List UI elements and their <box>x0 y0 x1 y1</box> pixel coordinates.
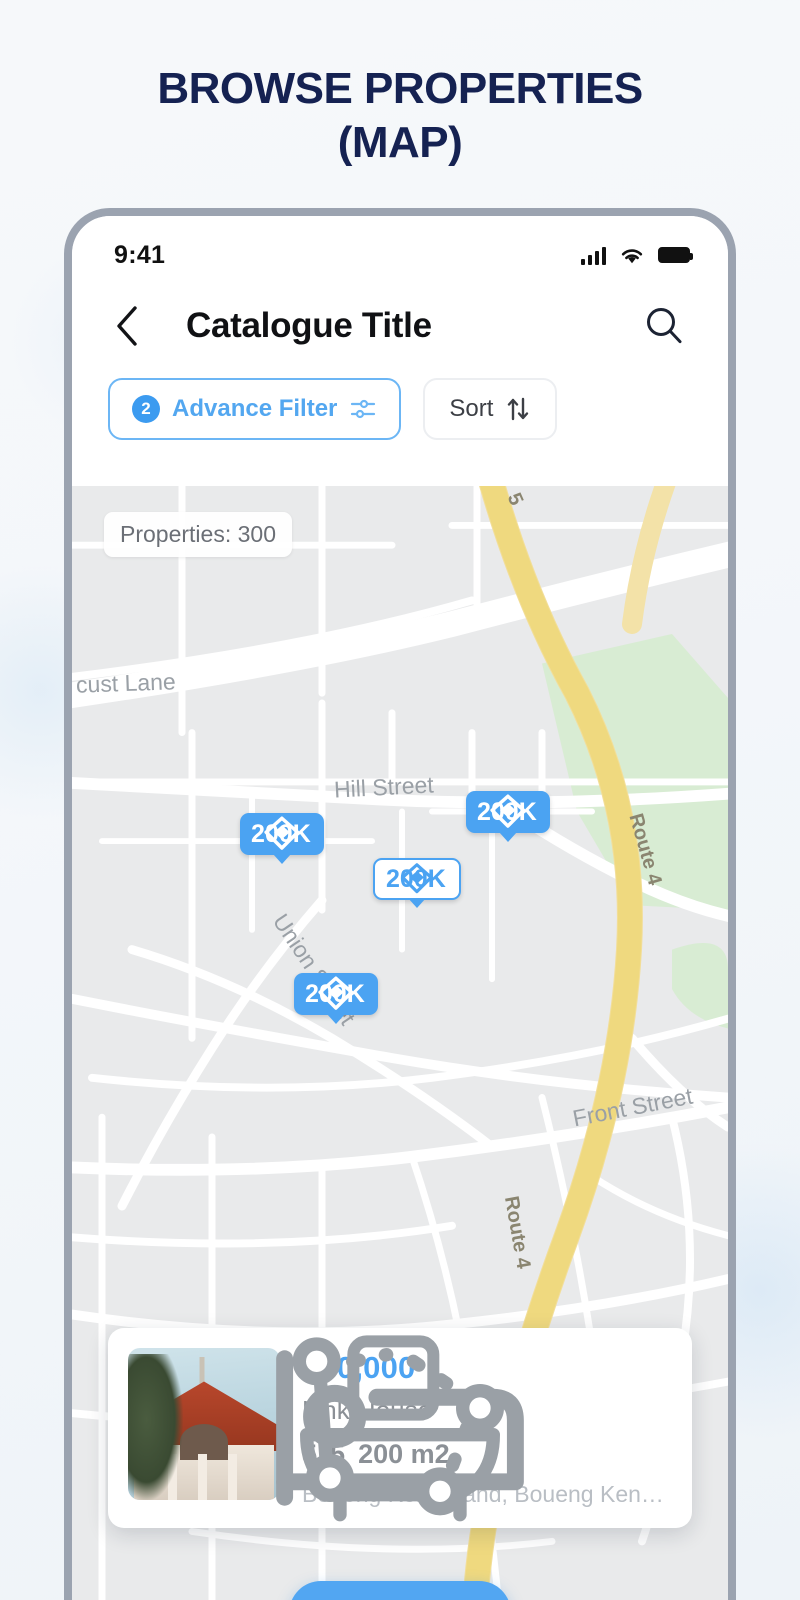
page-heading: Catalogue Title <box>186 306 432 345</box>
page-title-line-1: BROWSE PROPERTIES <box>157 64 643 113</box>
sort-label: Sort <box>449 395 494 422</box>
advance-filter-label: Advance Filter <box>172 395 338 422</box>
page-title: BROWSE PROPERTIES (MAP) <box>0 62 800 169</box>
property-card[interactable]: $60,000 Link House 5 5 200 m2 Keng Kand,… <box>108 1328 692 1528</box>
status-time: 9:41 <box>114 240 166 269</box>
battery-full-icon <box>658 247 693 263</box>
map-price-pin[interactable]: 200K <box>466 791 550 842</box>
page-title-line-2: (MAP) <box>337 117 463 167</box>
pin-tail <box>498 832 517 842</box>
spec-land-area: 200 m2 <box>292 1337 504 1516</box>
pin-tail <box>407 898 426 908</box>
app-bar: Catalogue Title <box>72 280 728 372</box>
sort-button[interactable]: Sort <box>423 378 558 440</box>
land-plot-icon <box>490 794 526 828</box>
cellular-signal-icon <box>581 246 606 265</box>
list-view-button[interactable]: List View <box>289 1581 511 1600</box>
status-bar: 9:41 <box>72 216 728 280</box>
advance-filter-button[interactable]: 2 Advance Filter <box>108 378 402 440</box>
property-specs: 5 5 200 m2 <box>276 1335 672 1522</box>
land-plot-icon <box>401 863 433 894</box>
sort-arrows-icon <box>508 397 529 421</box>
properties-count-chip: Properties: 300 <box>104 512 292 557</box>
wifi-icon <box>621 248 643 263</box>
map-price-pin-selected[interactable]: 200K <box>373 858 461 908</box>
status-icons <box>581 246 693 265</box>
map-price-pin[interactable]: 200K <box>240 813 324 864</box>
land-plot-icon <box>264 816 300 850</box>
map-price-pin[interactable]: 200K <box>294 973 378 1024</box>
phone-screen: 9:41 Catalogue Title 2 Advance Filter So… <box>72 216 728 1600</box>
filter-bar: 2 Advance Filter Sort <box>72 372 728 466</box>
land-area-icon <box>292 1337 504 1516</box>
search-button[interactable] <box>640 302 688 350</box>
pin-tail <box>272 854 291 864</box>
property-info: $60,000 Link House 5 5 200 m2 Keng Kand,… <box>276 1335 672 1522</box>
pin-tail <box>326 1014 345 1024</box>
land-plot-icon <box>318 976 354 1010</box>
advance-filter-badge: 2 <box>132 395 160 423</box>
chevron-left-icon <box>117 306 137 346</box>
search-icon <box>647 308 682 344</box>
sliders-icon <box>351 399 376 419</box>
phone-mockup-frame: 9:41 Catalogue Title 2 Advance Filter So… <box>64 208 736 1600</box>
back-button[interactable] <box>104 303 150 349</box>
map-view[interactable]: Properties: 300 cust Lane Hill Street Un… <box>72 486 728 1600</box>
